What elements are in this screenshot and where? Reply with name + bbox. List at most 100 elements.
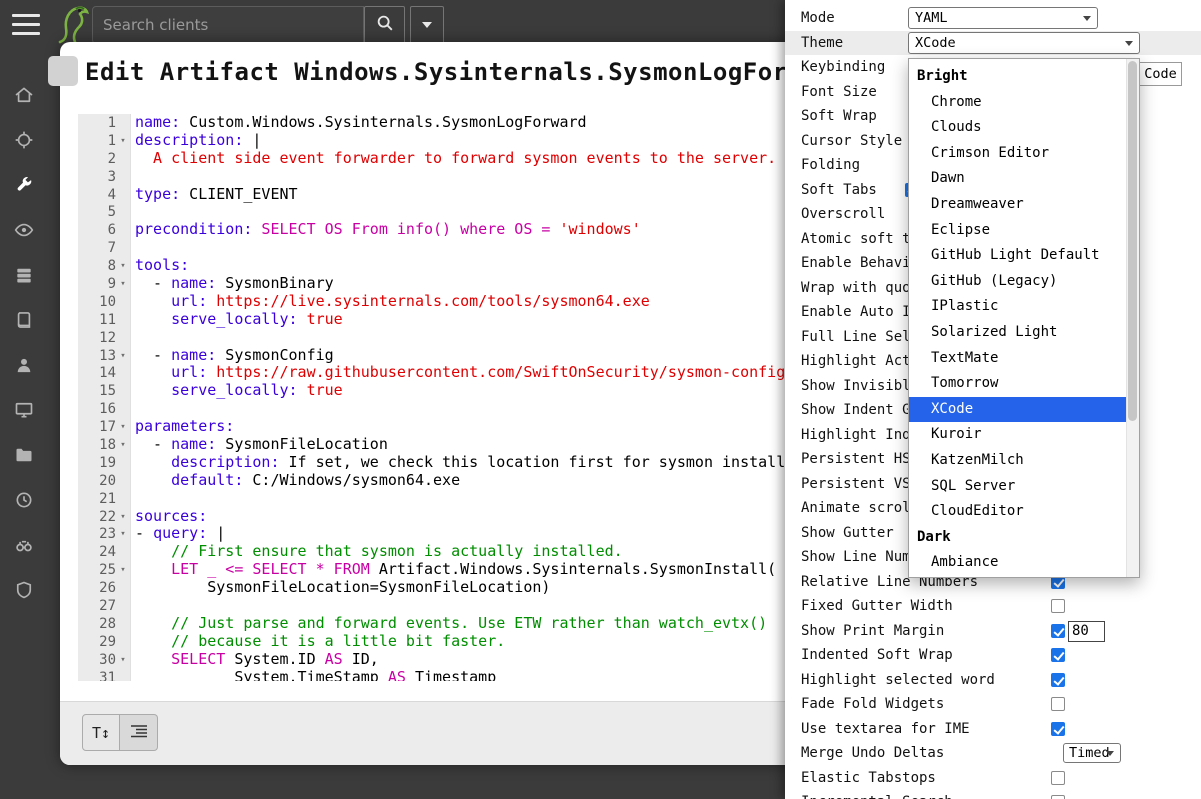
chevron-down-icon bbox=[422, 22, 432, 33]
line-number: 27 bbox=[99, 598, 116, 614]
panel-handle-button[interactable] bbox=[48, 56, 78, 86]
setting-select-merge-undo-deltas[interactable]: Timed bbox=[1063, 743, 1121, 763]
font-size-button-label: T↕ bbox=[92, 724, 110, 742]
setting-checkbox-elastic-tabstops[interactable] bbox=[1051, 771, 1065, 785]
theme-option-clouds[interactable]: Clouds bbox=[909, 115, 1139, 141]
setting-checkbox-indented-soft-wrap[interactable] bbox=[1051, 648, 1065, 662]
line-number: 10 bbox=[99, 294, 116, 310]
gutter-line: 28 bbox=[78, 615, 130, 633]
theme-option-ambiance[interactable]: Ambiance bbox=[909, 550, 1139, 576]
setting-checkbox-show-print-margin[interactable] bbox=[1051, 624, 1065, 638]
line-number: 29 bbox=[99, 634, 116, 650]
theme-option-crimson-editor[interactable]: Crimson Editor bbox=[909, 141, 1139, 167]
dropdown-scrollbar-thumb[interactable] bbox=[1128, 61, 1137, 421]
setting-label-theme: Theme bbox=[801, 35, 843, 51]
setting-row-fade-fold-widgets: Fade Fold Widgets bbox=[785, 692, 1201, 717]
gutter-line: 23▾ bbox=[78, 525, 130, 543]
line-number: 22 bbox=[99, 509, 116, 525]
search-button[interactable] bbox=[364, 6, 405, 44]
theme-option-solarized-light[interactable]: Solarized Light bbox=[909, 320, 1139, 346]
theme-option-dawn[interactable]: Dawn bbox=[909, 166, 1139, 192]
theme-option-iplastic[interactable]: IPlastic bbox=[909, 294, 1139, 320]
fold-toggle-icon[interactable]: ▾ bbox=[116, 512, 130, 522]
setting-checkbox-incremental-search[interactable] bbox=[1051, 795, 1065, 799]
theme-option-dreamweaver[interactable]: Dreamweaver bbox=[909, 192, 1139, 218]
setting-checkbox-use-textarea-for-ime[interactable] bbox=[1051, 722, 1065, 736]
nav-hunts[interactable] bbox=[0, 117, 48, 162]
hamburger-menu-icon[interactable] bbox=[12, 14, 40, 35]
setting-row-theme: Theme XCode bbox=[785, 31, 1201, 56]
line-number: 8 bbox=[108, 258, 116, 274]
setting-checkbox-fade-fold-widgets[interactable] bbox=[1051, 697, 1065, 711]
nav-host-info[interactable] bbox=[0, 387, 48, 432]
fold-toggle-icon[interactable]: ▾ bbox=[116, 422, 130, 432]
line-number: 24 bbox=[99, 544, 116, 560]
theme-option-chrome[interactable]: Chrome bbox=[909, 90, 1139, 116]
setting-row-highlight-selected-word: Highlight selected word bbox=[785, 668, 1201, 693]
theme-option-sql-server[interactable]: SQL Server bbox=[909, 474, 1139, 500]
nav-vfs[interactable] bbox=[0, 432, 48, 477]
fold-toggle-icon[interactable]: ▾ bbox=[116, 565, 130, 575]
theme-option-tomorrow[interactable]: Tomorrow bbox=[909, 371, 1139, 397]
theme-option-textmate[interactable]: TextMate bbox=[909, 346, 1139, 372]
select-value-merge-undo-deltas: Timed bbox=[1069, 745, 1110, 761]
app-window: Edit Artifact Windows.Sysinternals.Sysmo… bbox=[0, 0, 1201, 799]
server-icon bbox=[14, 265, 34, 285]
gutter-line: 16 bbox=[78, 400, 130, 418]
history-icon bbox=[14, 490, 34, 510]
nav-client-events[interactable] bbox=[0, 207, 48, 252]
theme-option-github-legacy[interactable]: GitHub (Legacy) bbox=[909, 269, 1139, 295]
setting-checkbox-highlight-selected-word[interactable] bbox=[1051, 673, 1065, 687]
gutter-line: 22▾ bbox=[78, 508, 130, 526]
nav-server-artifacts[interactable] bbox=[0, 252, 48, 297]
fold-toggle-icon[interactable]: ▾ bbox=[116, 136, 130, 146]
nav-home[interactable] bbox=[0, 72, 48, 117]
theme-option-katzenmilch[interactable]: KatzenMilch bbox=[909, 448, 1139, 474]
setting-label-cursor-style: Cursor Style bbox=[801, 133, 902, 149]
nav-collected[interactable] bbox=[0, 477, 48, 522]
theme-option-xcode[interactable]: XCode bbox=[909, 397, 1126, 423]
setting-label-show-gutter: Show Gutter bbox=[801, 525, 894, 541]
fold-toggle-icon[interactable]: ▾ bbox=[116, 440, 130, 450]
nav-security[interactable] bbox=[0, 567, 48, 612]
gutter-line: 20 bbox=[78, 472, 130, 490]
line-number: 31 bbox=[99, 670, 116, 681]
theme-option-github-light-default[interactable]: GitHub Light Default bbox=[909, 243, 1139, 269]
gutter-line: 30▾ bbox=[78, 651, 130, 669]
nav-artifacts[interactable] bbox=[0, 162, 48, 207]
setting-row-mode: ModeYAML bbox=[785, 6, 1201, 31]
fold-toggle-icon[interactable]: ▾ bbox=[116, 655, 130, 665]
setting-select-mode[interactable]: YAML bbox=[908, 7, 1098, 29]
line-number: 1 bbox=[108, 133, 116, 149]
line-number: 9 bbox=[108, 276, 116, 292]
fold-toggle-icon[interactable]: ▾ bbox=[116, 351, 130, 361]
fold-toggle-icon[interactable]: ▾ bbox=[116, 529, 130, 539]
code-button[interactable]: Code bbox=[1139, 62, 1182, 86]
setting-checkbox-fixed-gutter-width[interactable] bbox=[1051, 599, 1065, 613]
reformat-button[interactable] bbox=[120, 714, 158, 751]
setting-select-theme[interactable]: XCode bbox=[908, 32, 1140, 54]
setting-input-show-print-margin[interactable] bbox=[1068, 621, 1105, 642]
theme-option-cloudeditor[interactable]: CloudEditor bbox=[909, 499, 1139, 525]
setting-label-incremental-search: Incremental Search bbox=[801, 794, 953, 799]
setting-row-indented-soft-wrap: Indented Soft Wrap bbox=[785, 643, 1201, 668]
nav-notebooks[interactable] bbox=[0, 297, 48, 342]
gutter-line: 24 bbox=[78, 543, 130, 561]
fold-toggle-icon[interactable]: ▾ bbox=[116, 261, 130, 271]
folder-icon bbox=[14, 445, 34, 465]
book-icon bbox=[14, 310, 34, 330]
nav-search[interactable] bbox=[0, 522, 48, 567]
search-input[interactable] bbox=[92, 6, 364, 44]
line-number: 15 bbox=[99, 383, 116, 399]
search-options-button[interactable] bbox=[410, 6, 444, 44]
theme-option-kuroir[interactable]: Kuroir bbox=[909, 422, 1139, 448]
nav-users[interactable] bbox=[0, 342, 48, 387]
font-size-button[interactable]: T↕ bbox=[82, 714, 120, 751]
theme-option-eclipse[interactable]: Eclipse bbox=[909, 218, 1139, 244]
editor-footer-buttons: T↕ bbox=[82, 714, 158, 751]
line-number: 13 bbox=[99, 348, 116, 364]
setting-row-use-textarea-for-ime: Use textarea for IME bbox=[785, 717, 1201, 742]
fold-toggle-icon[interactable]: ▾ bbox=[116, 279, 130, 289]
theme-group-dark: Dark bbox=[909, 525, 1139, 551]
dropdown-scrollbar[interactable] bbox=[1126, 59, 1139, 577]
